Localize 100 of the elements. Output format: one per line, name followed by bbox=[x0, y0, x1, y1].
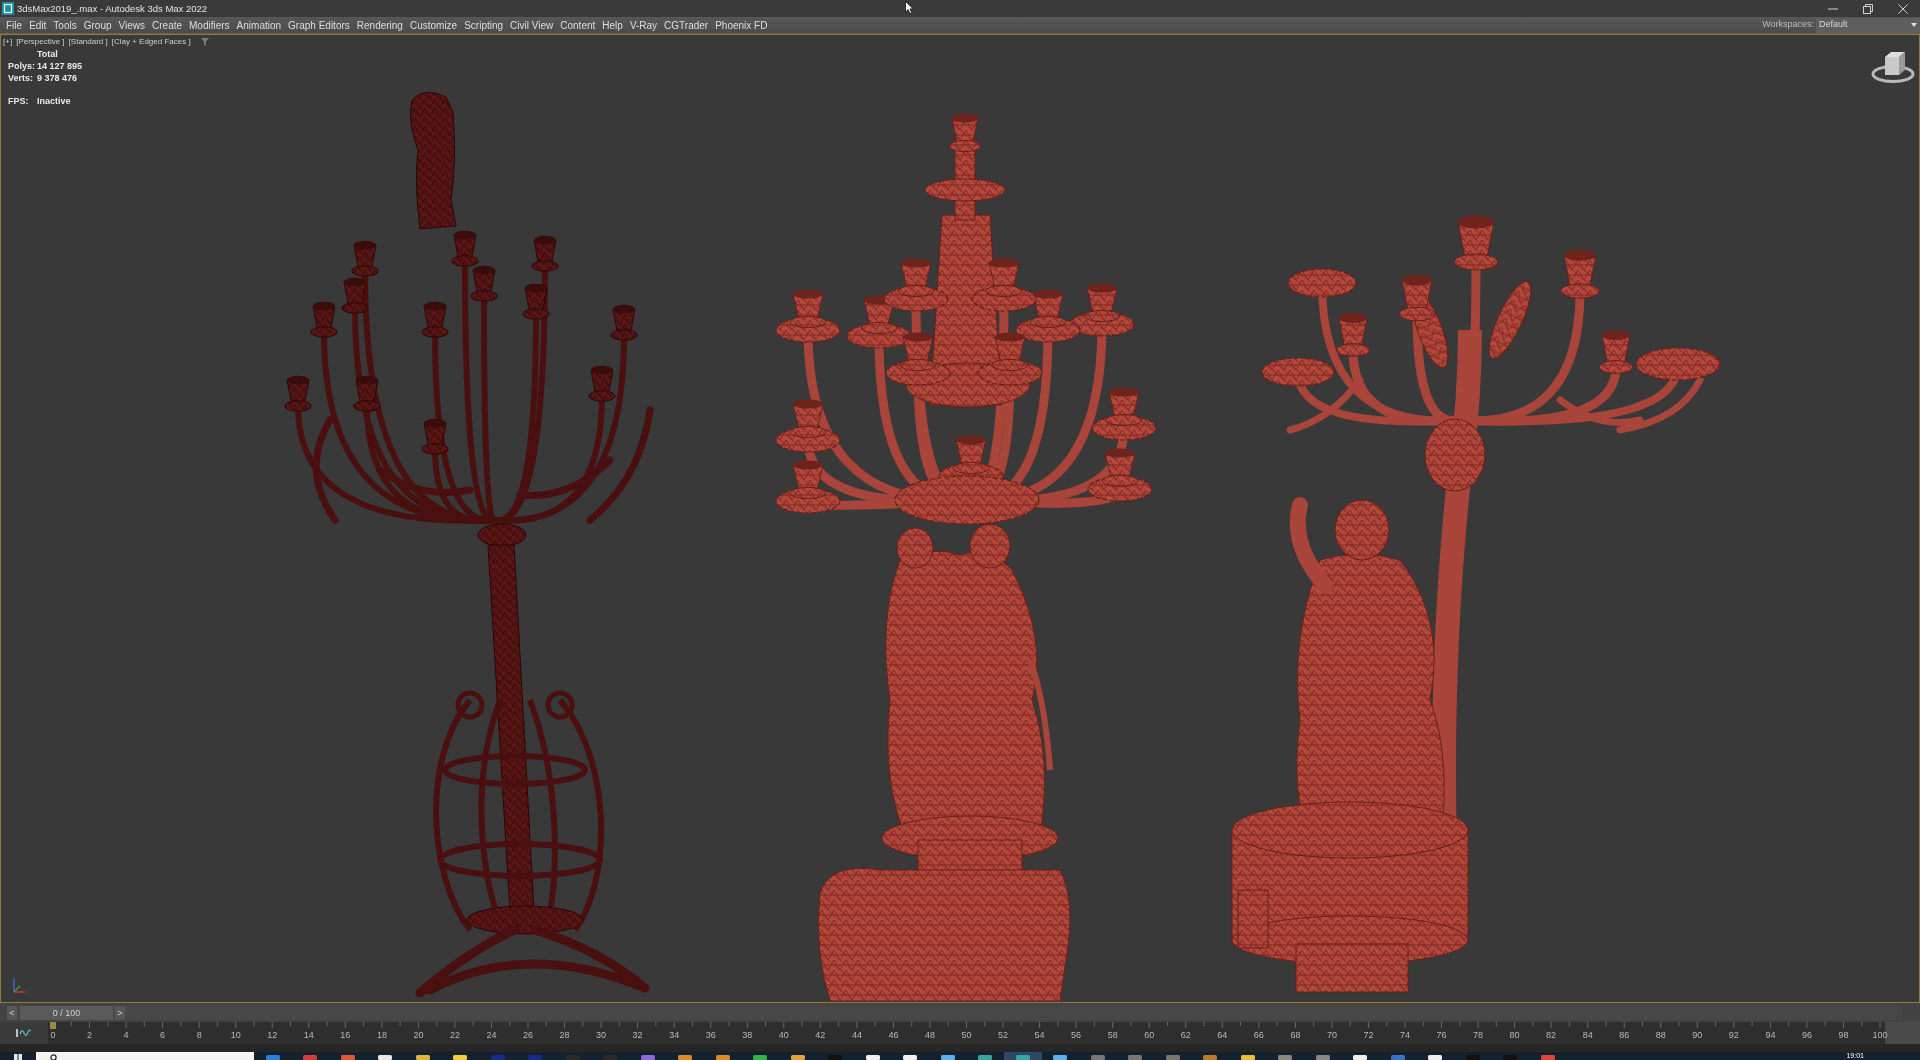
close-icon bbox=[1897, 3, 1908, 14]
app-icon bbox=[828, 1055, 843, 1060]
frame-number: 42 bbox=[815, 1030, 826, 1040]
menu-item[interactable]: CGTrader bbox=[662, 17, 711, 33]
restore-icon bbox=[1862, 3, 1873, 14]
app-icon bbox=[640, 1055, 655, 1060]
app-icon bbox=[1203, 1055, 1218, 1060]
frame-number: 68 bbox=[1290, 1030, 1301, 1040]
app-icon bbox=[1240, 1055, 1255, 1060]
app-icon bbox=[1278, 1055, 1293, 1060]
frame-number: 18 bbox=[376, 1030, 387, 1040]
frame-number: 86 bbox=[1619, 1030, 1630, 1040]
stat-value: 14 127 895 bbox=[37, 60, 83, 72]
menu-item[interactable]: Modifiers bbox=[187, 17, 232, 33]
search-field[interactable] bbox=[36, 1052, 254, 1060]
frame-number: 82 bbox=[1546, 1030, 1557, 1040]
viewport-label-menu[interactable]: [Clay + Edged Faces ] bbox=[111, 37, 191, 47]
frame-number: 6 bbox=[160, 1030, 166, 1040]
viewport-label-menu[interactable]: [+] bbox=[3, 37, 13, 47]
frame-number: 28 bbox=[559, 1030, 570, 1040]
workspaces-label: Workspaces: bbox=[1762, 18, 1814, 32]
frame-number: 62 bbox=[1180, 1030, 1191, 1040]
frame-number: 8 bbox=[196, 1030, 202, 1040]
frame-number: 76 bbox=[1436, 1030, 1447, 1040]
menu-item[interactable]: Content bbox=[558, 17, 598, 33]
app-icon bbox=[865, 1055, 880, 1060]
windows-logo-icon[interactable] bbox=[14, 1054, 22, 1060]
viewcube-icon[interactable] bbox=[1871, 49, 1915, 83]
menu-item[interactable]: Customize bbox=[407, 17, 460, 33]
workspaces-dropdown[interactable]: Default bbox=[1816, 17, 1920, 33]
app-icon bbox=[978, 1055, 993, 1060]
frame-number: 26 bbox=[523, 1030, 533, 1040]
app-icon bbox=[1465, 1055, 1480, 1060]
app-icon bbox=[715, 1055, 730, 1060]
frame-number: 4 bbox=[123, 1030, 129, 1040]
timeline-ruler[interactable]: 0 2 4 6 8 10 12 14 16 18 20 22 24 26 28 30 32 34 36 38 40 42 44 46 48 50 52 54 56 58 60 62 64 66 68 70 72 74 76 78 80 82 84 86 88 90 92 94 96 98 100 bbox=[48, 1022, 1885, 1044]
frame-number: 50 bbox=[961, 1030, 972, 1040]
app-icon bbox=[1503, 1055, 1518, 1060]
curve-editor-icon[interactable] bbox=[16, 1028, 32, 1038]
frame-number: 84 bbox=[1582, 1030, 1593, 1040]
search-icon bbox=[50, 1054, 57, 1060]
frame-number: 64 bbox=[1217, 1030, 1228, 1040]
frame-number: 54 bbox=[1034, 1030, 1045, 1040]
viewport-label-menu[interactable]: [Perspective ] bbox=[16, 37, 65, 47]
frame-number: 60 bbox=[1144, 1030, 1155, 1040]
app-icon bbox=[1015, 1055, 1030, 1060]
app-icon bbox=[1390, 1055, 1405, 1060]
axis-tripod-icon bbox=[10, 977, 26, 995]
frame-number: 48 bbox=[925, 1030, 935, 1040]
frame-number: 80 bbox=[1509, 1030, 1520, 1040]
app-icon bbox=[1053, 1055, 1068, 1060]
menu-item[interactable]: Civil View bbox=[508, 17, 556, 33]
frame-number: 10 bbox=[230, 1030, 241, 1040]
frame-number: 100 bbox=[1872, 1030, 1888, 1040]
frame-number: 94 bbox=[1765, 1030, 1776, 1040]
frame-number: 14 bbox=[303, 1030, 314, 1040]
app-icon bbox=[1428, 1055, 1443, 1060]
frame-number: 12 bbox=[267, 1030, 278, 1040]
menu-item[interactable]: Phoenix FD bbox=[713, 17, 770, 33]
stats-heading: Total bbox=[37, 48, 59, 60]
frame-number: 38 bbox=[742, 1030, 753, 1040]
menu-item[interactable]: Edit bbox=[27, 17, 49, 33]
time-slider-thumb[interactable]: 0 / 100 bbox=[20, 1005, 113, 1020]
app-icon bbox=[1165, 1055, 1180, 1060]
frame-number: 16 bbox=[340, 1030, 351, 1040]
menu-item[interactable]: Group bbox=[81, 17, 114, 33]
app-icon bbox=[490, 1055, 505, 1060]
viewport-label-menu[interactable]: [Standard ] bbox=[68, 37, 108, 47]
time-slider-track[interactable]: < 0 / 100 > bbox=[7, 1005, 1902, 1020]
current-frame-marker[interactable] bbox=[50, 1022, 56, 1029]
menu-item[interactable]: Animation bbox=[234, 17, 284, 33]
app-icon bbox=[678, 1055, 693, 1060]
fps-value: Inactive bbox=[37, 95, 72, 107]
caret-icon bbox=[1911, 23, 1917, 27]
app-icon bbox=[903, 1055, 918, 1060]
previous-frame-button[interactable]: < bbox=[7, 1005, 17, 1020]
frame-number: 92 bbox=[1728, 1030, 1739, 1040]
menu-item[interactable]: Tools bbox=[51, 17, 79, 33]
menu-item[interactable]: Scripting bbox=[462, 17, 506, 33]
stat-label: Verts: bbox=[8, 72, 34, 84]
frame-number: 20 bbox=[413, 1030, 424, 1040]
app-icon bbox=[1090, 1055, 1105, 1060]
menu-item[interactable]: File bbox=[4, 17, 25, 33]
frame-number: 34 bbox=[669, 1030, 680, 1040]
menu-item[interactable]: Create bbox=[150, 17, 185, 33]
menu-item[interactable]: Help bbox=[600, 17, 625, 33]
app-icon bbox=[378, 1055, 393, 1060]
filter-icon[interactable] bbox=[200, 38, 209, 46]
menu-item[interactable]: Views bbox=[116, 17, 147, 33]
app-icon bbox=[303, 1055, 318, 1060]
frame-number: 72 bbox=[1363, 1030, 1374, 1040]
viewport[interactable]: [+] [Perspective ] [Standard ] [Clay + Edged Faces ] Total Polys: 14 127 895 Verts: 9 378 476 FPS: Inactive bbox=[0, 34, 1920, 1003]
app-icon bbox=[753, 1055, 768, 1060]
frame-number: 98 bbox=[1838, 1030, 1849, 1040]
stat-label: Polys: bbox=[8, 60, 36, 72]
frame-number: 66 bbox=[1253, 1030, 1264, 1040]
next-frame-button[interactable]: > bbox=[115, 1005, 125, 1020]
menu-item[interactable]: Rendering bbox=[354, 17, 405, 33]
menu-item[interactable]: Graph Editors bbox=[286, 17, 352, 33]
menu-item[interactable]: V-Ray bbox=[627, 17, 660, 33]
